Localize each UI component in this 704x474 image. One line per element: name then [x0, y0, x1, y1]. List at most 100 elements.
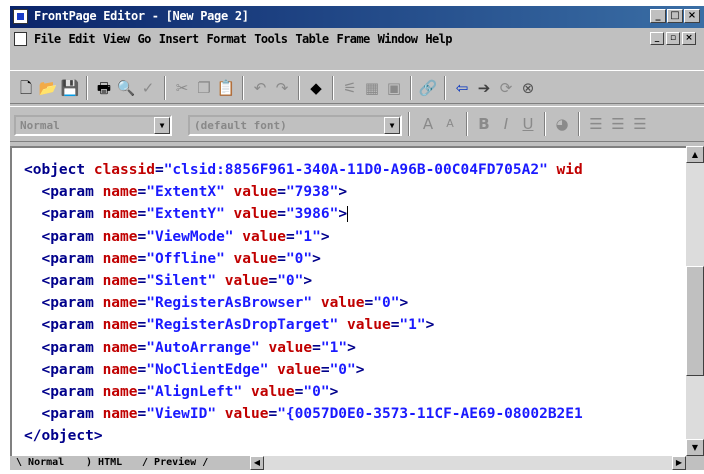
code-token: <param — [24, 295, 103, 312]
code-token: classid — [93, 162, 155, 178]
toolbar-separator — [408, 112, 410, 136]
doc-restore-button[interactable]: ▫ — [666, 32, 680, 45]
insert-component-icon[interactable]: ⚟ — [340, 78, 360, 98]
chevron-down-icon[interactable]: ▼ — [384, 117, 400, 134]
menu-item-frame[interactable]: Frame — [337, 32, 371, 46]
tab-normal[interactable]: \ Normal — [16, 456, 64, 470]
refresh-icon[interactable]: ⟳ — [496, 78, 516, 98]
new-page-icon[interactable]: 🗋 — [16, 78, 36, 98]
menu-bar: File Edit View Go Insert Format Tools Table Fram… — [10, 28, 704, 50]
tab-html[interactable]: ) HTML — [86, 456, 122, 470]
title-bar[interactable]: FrontPage Editor - [New Page 2] _ □ × — [10, 6, 704, 28]
text-caret — [347, 206, 349, 223]
align-center-icon[interactable]: ☰ — [608, 114, 628, 134]
code-token: "ExtentX" — [146, 184, 225, 201]
html-source-editor[interactable]: <object classid="clsid:8856F961-340A-11D… — [10, 146, 686, 456]
print-icon[interactable]: 🖶 — [94, 78, 114, 98]
hyperlink-icon[interactable]: 🔗 — [418, 78, 438, 98]
menu-item-tools[interactable]: Tools — [254, 32, 288, 46]
code-token: > — [347, 339, 356, 356]
print-preview-icon[interactable]: 🔍 — [116, 78, 136, 98]
code-token: = — [137, 383, 147, 400]
forward-arrow-icon[interactable]: ➔ — [474, 78, 494, 98]
undo-icon[interactable]: ↶ — [250, 78, 270, 98]
code-token: "3986" — [285, 206, 339, 223]
redo-icon[interactable]: ↷ — [272, 78, 292, 98]
open-folder-icon[interactable]: 📂 — [38, 78, 58, 98]
menu-item-file[interactable]: File — [34, 32, 61, 46]
tab-preview[interactable]: / Preview / — [142, 456, 208, 470]
vertical-scrollbar[interactable]: ▲ ▼ — [686, 146, 704, 456]
code-token: "7938" — [285, 184, 339, 201]
code-line: <param name="Silent" value="0"> — [24, 270, 583, 292]
code-line: <param name="Offline" value="0"> — [24, 248, 583, 270]
scroll-down-icon[interactable]: ▼ — [686, 439, 704, 456]
cut-icon[interactable]: ✂ — [172, 78, 192, 98]
save-icon[interactable]: 💾 — [60, 78, 80, 98]
code-token: "ViewID" — [146, 406, 217, 423]
code-token: = — [137, 295, 147, 312]
code-token: = — [137, 206, 147, 223]
doc-close-button[interactable]: × — [682, 32, 696, 45]
code-token: "0" — [285, 250, 313, 267]
italic-icon[interactable]: I — [496, 114, 516, 134]
vertical-scroll-thumb[interactable] — [686, 266, 704, 376]
code-token: value — [312, 295, 365, 312]
spelling-icon[interactable]: ✓ — [138, 78, 158, 98]
code-line: <param name="ExtentX" value="7938"> — [24, 181, 583, 203]
text-color-icon[interactable]: ◕ — [552, 114, 572, 134]
code-token: = — [285, 228, 295, 245]
doc-minimize-button[interactable]: _ — [650, 32, 664, 45]
code-token: name — [102, 250, 138, 267]
menu-item-edit[interactable]: Edit — [69, 32, 96, 46]
chevron-down-icon[interactable]: ▼ — [154, 117, 170, 134]
code-token: name — [102, 317, 138, 334]
code-token: name — [102, 406, 138, 423]
stop-icon[interactable]: ⊗ — [518, 78, 538, 98]
code-token: "1" — [399, 317, 426, 334]
underline-icon[interactable]: U — [518, 114, 538, 134]
close-button[interactable]: × — [684, 9, 700, 23]
document-icon[interactable] — [14, 32, 27, 46]
decrease-font-icon[interactable]: A — [440, 114, 460, 134]
style-dropdown[interactable]: Normal ▼ — [14, 115, 172, 136]
menu-item-format[interactable]: Format — [207, 32, 247, 46]
code-token: > — [355, 361, 365, 378]
maximize-button[interactable]: □ — [667, 9, 683, 23]
align-right-icon[interactable]: ☰ — [630, 114, 650, 134]
menu-item-window[interactable]: Window — [378, 32, 418, 46]
bold-icon[interactable]: B — [474, 114, 494, 134]
code-token: = — [154, 162, 164, 178]
align-left-icon[interactable]: ☰ — [586, 114, 606, 134]
back-arrow-icon[interactable]: ⇦ — [452, 78, 472, 98]
menu-item-view[interactable]: View — [103, 32, 130, 46]
paste-icon[interactable]: 📋 — [216, 78, 236, 98]
horizontal-scrollbar[interactable]: ◀ ▶ — [250, 456, 686, 470]
toolbar-separator — [444, 76, 446, 100]
code-token: "Offline" — [146, 250, 225, 267]
code-token: "AutoArrange" — [146, 339, 260, 356]
code-token: = — [137, 184, 147, 201]
minimize-button[interactable]: _ — [650, 9, 666, 23]
webbot-icon[interactable]: ◆ — [306, 78, 326, 98]
insert-table-icon[interactable]: ▦ — [362, 78, 382, 98]
menu-item-go[interactable]: Go — [138, 32, 152, 46]
font-dropdown[interactable]: (default font) ▼ — [188, 115, 402, 136]
increase-font-icon[interactable]: A — [418, 114, 438, 134]
menu-item-help[interactable]: Help — [425, 32, 452, 46]
menu-item-insert[interactable]: Insert — [159, 32, 199, 46]
code-token: <object — [24, 162, 94, 178]
font-value: (default font) — [194, 119, 287, 132]
scroll-left-icon[interactable]: ◀ — [250, 456, 264, 470]
insert-image-icon[interactable]: ▣ — [384, 78, 404, 98]
code-token: "0" — [303, 383, 330, 400]
code-token: = — [320, 361, 330, 378]
toolbar-separator — [332, 76, 334, 100]
copy-icon[interactable]: ❐ — [194, 78, 214, 98]
code-line: <param name="RegisterAsDropTarget" value… — [24, 314, 583, 336]
frontpage-app-icon[interactable] — [13, 9, 28, 24]
scroll-right-icon[interactable]: ▶ — [672, 456, 686, 470]
code-token: > — [329, 383, 339, 400]
menu-item-table[interactable]: Table — [295, 32, 329, 46]
scroll-up-icon[interactable]: ▲ — [686, 146, 704, 163]
